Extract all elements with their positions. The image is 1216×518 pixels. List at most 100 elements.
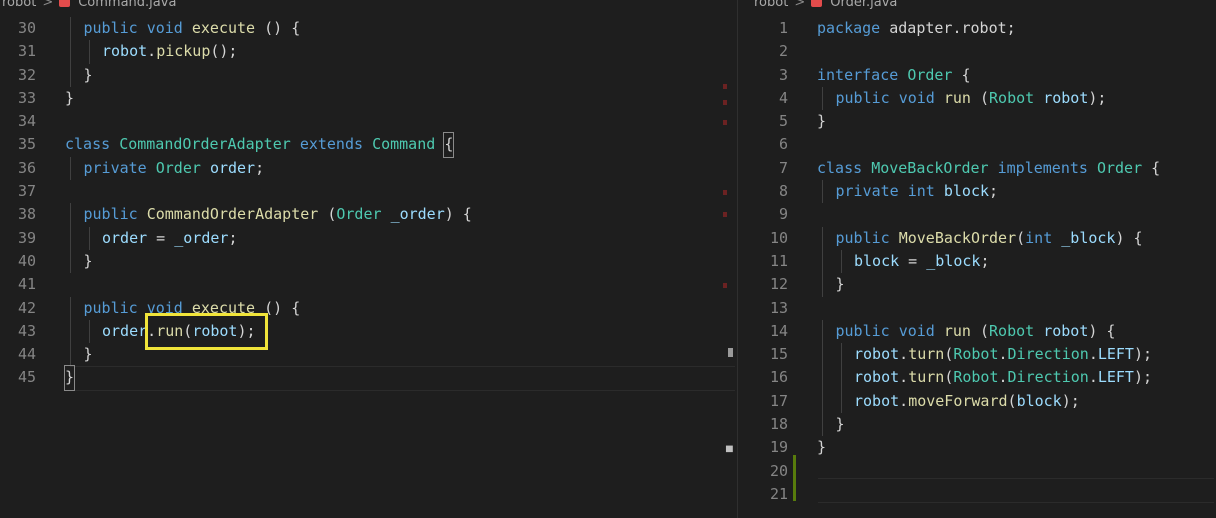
code-line[interactable]: 37: [0, 180, 737, 203]
overview-ruler-mark: [723, 212, 727, 217]
code-line[interactable]: 6: [738, 133, 1216, 156]
code-token: package: [817, 19, 881, 37]
code-line[interactable]: 3 interface Order {: [738, 64, 1216, 87]
code-token: run: [943, 88, 971, 107]
code-line[interactable]: 5}: [738, 110, 1216, 133]
code-line[interactable]: 40}: [0, 249, 737, 274]
breadcrumb-file[interactable]: Order.java: [830, 0, 897, 10]
code-line[interactable]: 1 package adapter.robot;: [738, 17, 1216, 40]
code-line[interactable]: 39 order = _order;: [0, 226, 737, 250]
code-token: int: [907, 182, 935, 201]
code-line[interactable]: 32}: [0, 63, 737, 87]
code-text: package adapter.robot;: [817, 17, 1016, 40]
breadcrumb-folder[interactable]: robot: [2, 0, 36, 10]
code-line[interactable]: 31 robot.pickup();: [0, 40, 737, 64]
right-breadcrumb: robot > Order.java: [754, 0, 897, 10]
code-line[interactable]: 42 public void execute () {: [0, 296, 737, 320]
code-token: =: [147, 228, 175, 247]
indent-guide: [822, 343, 823, 367]
code-token: Direction: [1007, 345, 1089, 364]
code-line[interactable]: 34: [0, 110, 737, 133]
left-code-area[interactable]: 30 public void execute () {31 robot.pickup…: [0, 17, 737, 391]
code-token: void: [146, 19, 183, 37]
line-number: 11: [769, 251, 788, 270]
left-editor-pane[interactable]: robot > Command.java 30 public void execu…: [0, 0, 737, 518]
code-text: public CommandOrderAdapter (Order _order…: [84, 203, 472, 226]
code-line[interactable]: 44}: [0, 343, 737, 367]
code-line[interactable]: 2: [738, 40, 1216, 63]
right-code-area[interactable]: 1 package adapter.robot; 2 3 interface Order…: [738, 17, 1216, 506]
chevron-right-icon: >: [794, 0, 806, 10]
code-line[interactable]: 21: [738, 483, 1216, 506]
code-text: }: [817, 436, 826, 459]
line-number: 17: [769, 391, 788, 410]
code-token: LEFT: [1097, 345, 1134, 364]
code-line[interactable]: 7 class MoveBackOrder implements Order {: [738, 157, 1216, 180]
code-line[interactable]: 8 private int block;: [738, 180, 1216, 204]
code-line[interactable]: 41: [0, 273, 737, 296]
code-token: ();: [210, 42, 238, 61]
line-number: 45: [17, 368, 36, 387]
code-token: (: [944, 368, 954, 387]
overview-ruler-mark: [723, 283, 727, 288]
code-line[interactable]: 36 private Order order;: [0, 156, 737, 181]
code-token: pickup: [156, 42, 211, 61]
indent-guide: [822, 249, 823, 274]
code-line[interactable]: 4 public void run (Robot robot);: [738, 86, 1216, 111]
right-editor-pane[interactable]: robot > Order.java 1 package adapter.robo…: [738, 0, 1216, 518]
code-line[interactable]: 10 public MoveBackOrder(int _block) {: [738, 226, 1216, 250]
left-breadcrumb: robot > Command.java: [2, 0, 176, 10]
indent-guide: [822, 86, 823, 111]
code-line[interactable]: 20: [738, 460, 1216, 483]
code-token: Direction: [1007, 368, 1089, 387]
code-line[interactable]: 38 public CommandOrderAdapter (Order _ord…: [0, 203, 737, 227]
scrollbar-marker[interactable]: [728, 348, 733, 357]
indent-guide: [70, 226, 71, 250]
code-line[interactable]: 18}: [738, 413, 1216, 437]
line-number: 21: [769, 484, 788, 503]
code-text: robot.turn(Robot.Direction.LEFT);: [854, 366, 1152, 389]
code-token: MoveBackOrder: [898, 228, 1017, 247]
code-token: int: [1025, 228, 1053, 247]
code-line[interactable]: 15 robot.turn(Robot.Direction.LEFT);: [738, 343, 1216, 367]
code-line[interactable]: 11 block = _block;: [738, 249, 1216, 274]
indent-guide: [70, 17, 71, 41]
code-line[interactable]: 9: [738, 203, 1216, 226]
line-number: 3: [778, 65, 788, 84]
breadcrumb-folder[interactable]: robot: [754, 0, 788, 10]
line-number: 10: [769, 228, 788, 247]
indent-guide: [70, 63, 71, 87]
line-number: 7: [778, 158, 788, 177]
code-line[interactable]: 13: [738, 297, 1216, 320]
code-line[interactable]: 43 order.run(robot);: [0, 319, 737, 344]
code-token: ;: [989, 182, 999, 201]
code-token: ) {: [1088, 321, 1116, 340]
code-text: private Order order;: [84, 157, 265, 180]
code-line[interactable]: 35 class CommandOrderAdapter extends Comm…: [0, 132, 737, 158]
breadcrumb-file[interactable]: Command.java: [78, 0, 176, 10]
code-line[interactable]: 12}: [738, 273, 1216, 297]
code-token: .: [899, 391, 909, 410]
code-line[interactable]: 16 robot.turn(Robot.Direction.LEFT);: [738, 366, 1216, 390]
code-line[interactable]: 30 public void execute () {: [0, 17, 737, 41]
code-line[interactable]: 45}: [0, 365, 737, 391]
code-line[interactable]: 14 public void run (Robot robot) {: [738, 319, 1216, 344]
code-line[interactable]: 17 robot.moveForward(block);: [738, 389, 1216, 414]
code-text: robot.pickup();: [102, 40, 237, 63]
code-text: private int block;: [836, 180, 999, 203]
code-line[interactable]: 33}: [0, 87, 737, 110]
line-number: 15: [769, 345, 788, 364]
code-token: (: [970, 321, 990, 340]
line-number: 1: [778, 19, 788, 37]
line-number: 13: [769, 298, 788, 317]
code-token: private: [835, 182, 899, 201]
line-number: 4: [778, 88, 788, 107]
overview-ruler-mark: [723, 120, 727, 125]
overview-ruler-mark: [723, 190, 727, 195]
code-line[interactable]: 19}: [738, 436, 1216, 459]
